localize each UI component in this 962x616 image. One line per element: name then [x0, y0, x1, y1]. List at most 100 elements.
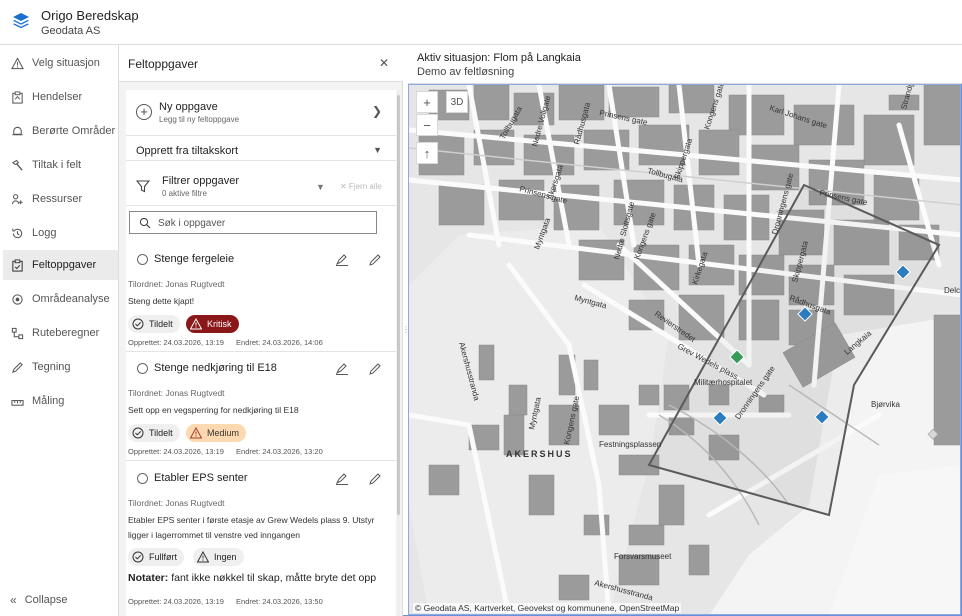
sidebar-nav: Velg situasjon Hendelser Berørte Områder… [0, 45, 119, 616]
sidebar-item-tiltak-i-felt[interactable]: Tiltak i felt [0, 150, 118, 180]
sidebar-item-label: Feltoppgaver [32, 259, 97, 271]
assign-icon[interactable] [335, 362, 349, 376]
edit-icon[interactable] [368, 253, 382, 267]
create-from-card-dropdown[interactable]: Opprett fra tiltakskort [136, 145, 238, 157]
toggle-3d-button[interactable]: 3D [446, 91, 468, 113]
panel-resize-handle[interactable]: ⋮ [402, 325, 410, 335]
zoom-in-button[interactable]: + [416, 91, 438, 113]
map-view[interactable]: Prinsens gate Karl Johans gate Tollbugat… [408, 84, 961, 615]
task-checkbox[interactable] [137, 473, 148, 484]
chevron-down-icon: ▼ [316, 182, 325, 192]
edit-icon[interactable] [368, 362, 382, 376]
task-checkbox[interactable] [137, 254, 148, 265]
task-notes: Notater: fant ikke nøkkel til skap, mått… [128, 572, 376, 584]
divider [126, 160, 396, 161]
sidebar-item-label: Måling [32, 395, 65, 407]
status-badge: Tildelt [128, 424, 180, 442]
chevron-right-icon: ❯ [371, 104, 382, 118]
assign-icon[interactable] [335, 253, 349, 267]
status-label: Tildelt [149, 319, 173, 329]
situation-subtitle: Demo av feltløsning [417, 66, 515, 78]
task-description: Etabler EPS senter i første etasje av Gr… [128, 515, 375, 540]
new-task-button[interactable]: + Ny oppgave Legg til ny feltoppgave ❯ [126, 90, 396, 135]
task-dates: Opprettet: 24.03.2026, 13:19 Endret: 24.… [128, 597, 333, 606]
map-label: Bjørvika [871, 400, 900, 409]
map-label: AKERSHUS [506, 449, 573, 459]
check-circle-icon [132, 427, 144, 439]
task-changed: Endret: 24.03.2026, 13:20 [236, 447, 323, 456]
sidebar-item-maling[interactable]: Måling [0, 386, 118, 416]
history-icon [10, 226, 24, 240]
filter-title: Filtrer oppgaver [162, 175, 240, 187]
app-subtitle: Geodata AS [41, 25, 101, 37]
priority-label: Medium [207, 428, 240, 438]
compass-north-button[interactable]: ↑ [416, 142, 438, 164]
divider [126, 205, 396, 206]
map-label: Forsvarsmuseet [614, 552, 672, 561]
task-checkbox[interactable] [137, 363, 148, 374]
assign-icon[interactable] [335, 472, 349, 486]
task-item[interactable]: Etabler EPS senter Tilordnet: Jonas Rugt… [126, 463, 396, 613]
sidebar-item-feltoppgaver[interactable]: Feltoppgaver [0, 250, 118, 280]
double-chevron-left-icon: « [10, 593, 17, 607]
filter-subtitle: 0 aktive filtre [162, 189, 207, 198]
zoom-out-button[interactable]: − [416, 114, 438, 136]
task-dates: Opprettet: 24.03.2026, 13:19 Endret: 24.… [128, 338, 333, 347]
collapse-button[interactable]: « Collapse [10, 593, 68, 607]
task-assignee: Tilordnet: Jonas Rugtvedt [128, 279, 225, 289]
app-header: Origo Beredskap Geodata AS [0, 0, 962, 45]
warning-icon [10, 56, 24, 70]
sidebar-item-berorte-omrader[interactable]: Berørte Områder [0, 116, 118, 146]
bell-area-icon [10, 124, 24, 138]
task-changed: Endret: 24.03.2026, 14:06 [236, 338, 323, 347]
sidebar-item-logg[interactable]: Logg [0, 218, 118, 248]
divider [126, 135, 396, 136]
check-circle-icon [132, 318, 144, 330]
sidebar-item-ruteberegner[interactable]: Ruteberegner [0, 318, 118, 348]
scrollbar-thumb[interactable] [397, 95, 400, 515]
map-label: Militærhospitalet [694, 378, 753, 387]
route-icon [10, 326, 24, 340]
sidebar-item-ressurser[interactable]: Ressurser [0, 184, 118, 214]
hammer-icon [10, 158, 24, 172]
layers-logo-icon [13, 13, 29, 29]
task-item[interactable]: Stenge fergeleie Tilordnet: Jonas Rugtve… [126, 244, 396, 350]
divider [126, 351, 396, 352]
chevron-down-icon[interactable]: ▼ [373, 145, 382, 155]
resource-icon [10, 192, 24, 206]
task-description: Sett opp en vegsperring for nedkjøring t… [128, 405, 299, 415]
clipboard-icon [10, 258, 24, 272]
clear-filters-button[interactable]: ✕ Fjern alle [340, 182, 382, 191]
filter-tasks-toggle[interactable]: Filtrer oppgaver 0 aktive filtre ▼ ✕ Fje… [126, 165, 396, 205]
sidebar-item-label: Tiltak i felt [32, 159, 82, 171]
task-created: Opprettet: 24.03.2026, 13:19 [128, 338, 224, 347]
sidebar-item-omradeanalyse[interactable]: Områdeanalyse [0, 284, 118, 314]
search-icon [139, 217, 151, 229]
edit-icon[interactable] [368, 472, 382, 486]
new-task-title: Ny oppgave [159, 101, 218, 113]
priority-badge: Medium [186, 424, 247, 442]
search-box [129, 211, 377, 234]
sidebar-item-label: Velg situasjon [32, 57, 100, 69]
plus-circle-icon: + [136, 104, 152, 120]
status-label: Tildelt [149, 428, 173, 438]
panel-header: Feltoppgaver ✕ [119, 45, 403, 82]
sidebar-item-hendelser[interactable]: Hendelser [0, 82, 118, 112]
notes-label: Notater: [128, 572, 169, 584]
task-created: Opprettet: 24.03.2026, 13:19 [128, 597, 224, 606]
panel-title: Feltoppgaver [128, 57, 199, 71]
task-dates: Opprettet: 24.03.2026, 13:19 Endret: 24.… [128, 447, 333, 456]
priority-badge: Kritisk [186, 315, 239, 333]
search-input[interactable] [158, 216, 368, 230]
sidebar-item-velg-situasjon[interactable]: Velg situasjon [0, 48, 118, 78]
pencil-icon [10, 360, 24, 374]
task-item[interactable]: Stenge nedkjøring til E18 Tilordnet: Jon… [126, 353, 396, 459]
warning-icon [197, 551, 209, 563]
area-analysis-icon [10, 292, 24, 306]
sidebar-item-tegning[interactable]: Tegning [0, 352, 118, 382]
map-label: Festningsplassen [599, 440, 661, 449]
sidebar-item-label: Berørte Områder [32, 125, 116, 137]
new-task-subtitle: Legg til ny feltoppgave [159, 115, 240, 124]
situation-header: Aktiv situasjon: Flom på Langkaia Demo a… [408, 45, 962, 84]
close-icon[interactable]: ✕ [379, 56, 389, 70]
